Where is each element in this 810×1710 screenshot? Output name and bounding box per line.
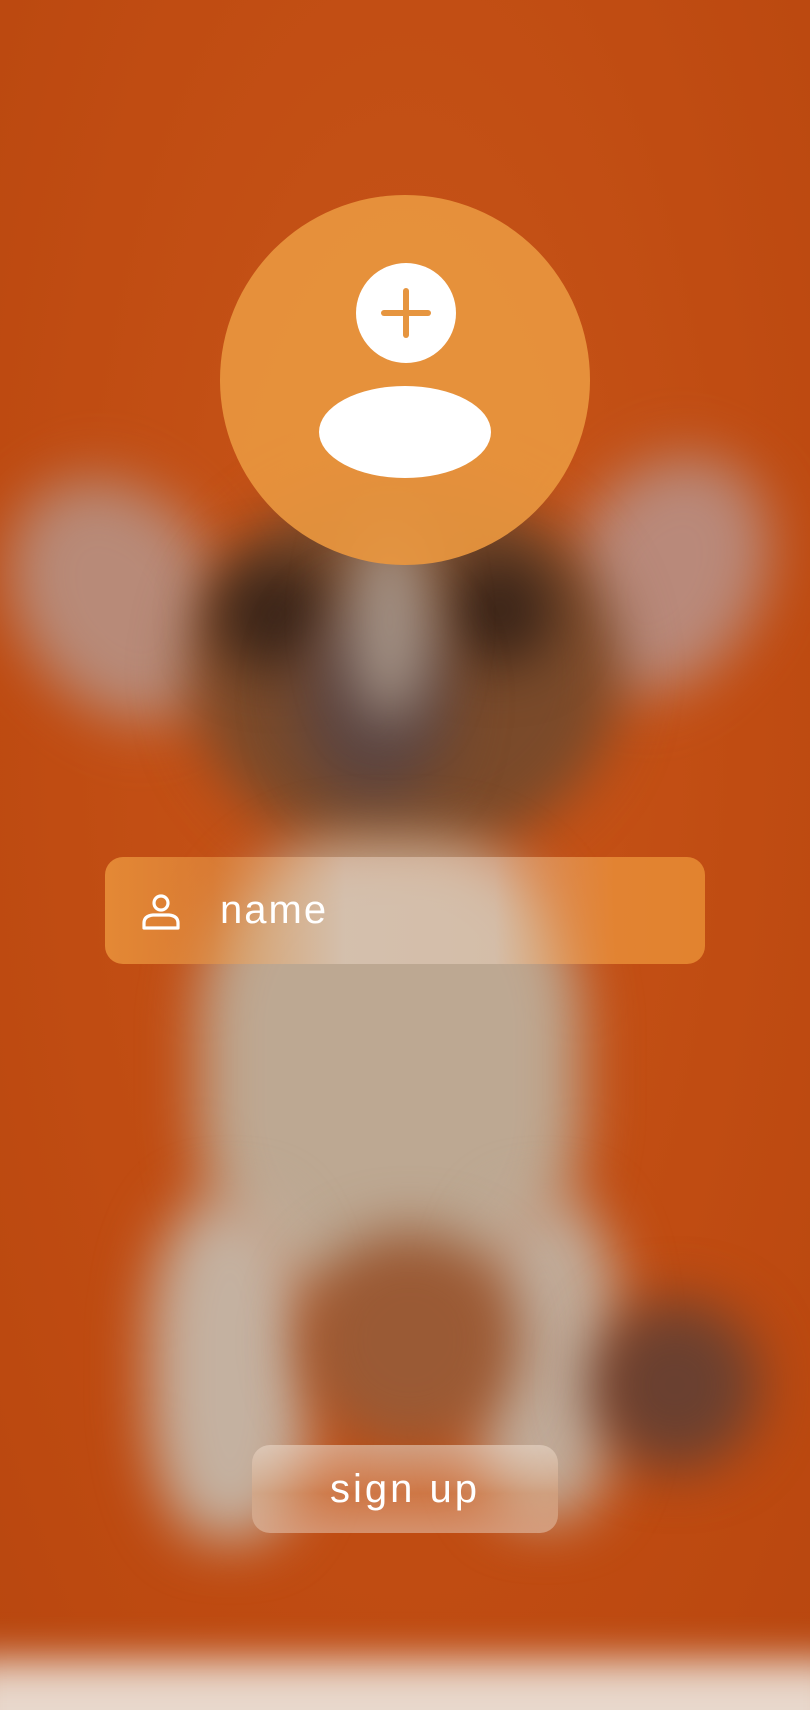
background-blur-shape bbox=[445, 555, 555, 665]
background-blur-shape bbox=[590, 1300, 760, 1470]
background-blur-shape bbox=[0, 1660, 810, 1710]
name-input[interactable] bbox=[220, 857, 680, 964]
add-user-icon bbox=[356, 263, 456, 363]
plus-icon bbox=[381, 288, 431, 338]
avatar-silhouette bbox=[319, 386, 491, 478]
background-blur-shape bbox=[300, 1230, 520, 1450]
sign-up-button[interactable]: sign up bbox=[252, 1445, 558, 1533]
add-avatar-button[interactable] bbox=[220, 195, 590, 565]
name-field[interactable] bbox=[105, 857, 705, 964]
person-icon bbox=[142, 894, 180, 930]
